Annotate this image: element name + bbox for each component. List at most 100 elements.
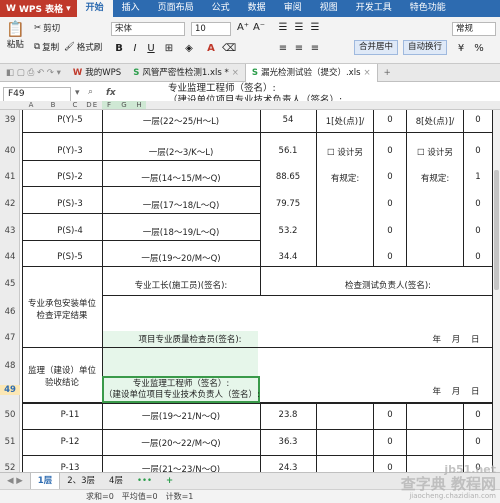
tab-my-wps[interactable]: W 我的WPS	[67, 64, 127, 82]
leak-count[interactable]: 0	[375, 226, 405, 236]
leak-count-2[interactable]: 0	[465, 226, 491, 236]
floor-location[interactable]: 一层(14～15/M～Q)	[104, 172, 258, 184]
align-left-icon[interactable]: ≡	[276, 43, 290, 54]
measured-value[interactable]: 24.3	[262, 463, 314, 472]
leak-count-2[interactable]: 0	[465, 199, 491, 209]
rule-label-2[interactable]: 有规定:	[408, 172, 462, 184]
align-center-icon[interactable]: ≡	[292, 43, 306, 54]
format-painter-button[interactable]: 🖌 格式刷	[64, 41, 102, 53]
menu-insert[interactable]: 插入	[113, 0, 149, 17]
measured-value[interactable]: 54	[262, 115, 314, 125]
supervisor-section-label[interactable]: 监理（建设）单位 验收结论	[24, 365, 100, 389]
sheet-tab-4f[interactable]: 4层	[102, 473, 130, 490]
font-size-select[interactable]: 10	[191, 22, 231, 36]
add-sheet-button[interactable]: +	[159, 473, 180, 490]
more-sheets-icon[interactable]: •••	[130, 473, 159, 490]
measured-value[interactable]: 53.2	[262, 226, 314, 236]
column-header-e[interactable]: E	[88, 101, 102, 109]
pipe-code[interactable]: P-11	[40, 410, 100, 420]
leak-count-2[interactable]: 0	[465, 146, 491, 156]
pipe-code[interactable]: P-12	[40, 437, 100, 447]
date-label[interactable]: 年 月 日	[420, 385, 492, 397]
fill-color-icon[interactable]: ◈	[182, 43, 196, 54]
menu-home[interactable]: 开始	[76, 0, 113, 17]
leak-count-2[interactable]: 0	[465, 252, 491, 262]
column-header-b[interactable]: B	[42, 101, 64, 109]
tab-duct-tightness[interactable]: S 风管严密性检测1.xls * ×	[127, 64, 245, 82]
measured-value[interactable]: 23.8	[262, 410, 314, 420]
align-top-icon[interactable]: ☰	[276, 22, 290, 33]
row-number[interactable]: 51	[0, 437, 20, 447]
row-number[interactable]: 47	[0, 333, 20, 343]
leak-count[interactable]: 0	[375, 437, 405, 447]
design-checkbox-2[interactable]: ☐ 设计另	[408, 146, 462, 158]
pipe-code[interactable]: P(Y)-5	[40, 115, 100, 125]
qc-inspector-signature-label[interactable]: 项目专业质量检查员(签名):	[120, 333, 260, 345]
menu-formulas[interactable]: 公式	[203, 0, 239, 17]
spreadsheet-grid[interactable]: 39 40 41 42 43 44 45 46 47 48 49 50 51 5…	[0, 110, 500, 472]
row-number[interactable]: 52	[0, 463, 20, 472]
bold-button[interactable]: B	[112, 43, 126, 54]
tab-light-leak-test[interactable]: S 漏光检测试验（提交）.xls ×	[244, 63, 378, 82]
close-icon[interactable]: ×	[232, 64, 239, 82]
align-bottom-icon[interactable]: ☰	[308, 22, 322, 33]
name-box[interactable]: F49	[3, 87, 71, 102]
floor-location[interactable]: 一层(18～19/L～Q)	[104, 226, 258, 238]
leak-count[interactable]: 0	[375, 146, 405, 156]
pipe-code[interactable]: P(S)-3	[40, 199, 100, 209]
measured-value[interactable]: 56.1	[262, 146, 314, 156]
align-middle-icon[interactable]: ☰	[292, 22, 306, 33]
design-checkbox[interactable]: ☐ 设计另	[318, 146, 372, 158]
decrease-font-icon[interactable]: A⁻	[252, 22, 266, 33]
zoom-icon[interactable]: ⌕	[88, 87, 93, 97]
pipe-code[interactable]: P-13	[40, 463, 100, 472]
pipe-code[interactable]: P(S)-2	[40, 172, 100, 182]
pipe-code[interactable]: P(S)-4	[40, 226, 100, 236]
menu-data[interactable]: 数据	[239, 0, 275, 17]
menu-developer[interactable]: 开发工具	[347, 0, 401, 17]
row-number[interactable]: 42	[0, 199, 20, 209]
leak-points[interactable]: 1[处(点)]/	[318, 115, 372, 127]
menu-page-layout[interactable]: 页面布局	[149, 0, 203, 17]
leak-count[interactable]: 0	[375, 252, 405, 262]
scrollbar-thumb[interactable]	[494, 170, 499, 290]
floor-location[interactable]: 一层(20～22/M～Q)	[104, 437, 258, 449]
increase-font-icon[interactable]: A⁺	[236, 22, 250, 33]
leak-count-2[interactable]: 0	[465, 437, 491, 447]
border-icon[interactable]: ⊞	[162, 43, 176, 54]
font-color-icon[interactable]: A	[204, 43, 218, 54]
leak-count-2[interactable]: 0	[465, 115, 491, 125]
menu-view[interactable]: 视图	[311, 0, 347, 17]
row-number[interactable]: 41	[0, 172, 20, 182]
row-number[interactable]: 40	[0, 146, 20, 156]
number-format-select[interactable]: 常规	[452, 22, 496, 36]
leak-count[interactable]: 0	[375, 115, 405, 125]
date-label[interactable]: 年 月 日	[420, 333, 492, 345]
test-lead-signature-label[interactable]: 检查测试负责人(签名):	[318, 279, 458, 291]
column-header-f[interactable]: F	[102, 101, 116, 109]
sheet-nav-icons[interactable]: ◀ ▶	[0, 473, 30, 490]
floor-location[interactable]: 一层(22～25/H～L)	[104, 115, 258, 127]
wrap-text-button[interactable]: 自动换行	[403, 40, 448, 55]
contractor-section-label[interactable]: 专业承包安装单位 检查评定结果	[24, 298, 100, 322]
merge-center-button[interactable]: 合并居中	[354, 40, 399, 55]
italic-button[interactable]: I	[128, 43, 142, 54]
measured-value[interactable]: 34.4	[262, 252, 314, 262]
measured-value[interactable]: 79.75	[262, 199, 314, 209]
supervisor-signature-label[interactable]: 专业监理工程师（签名）: （建设单位项目专业技术负责人（签名）:	[104, 379, 260, 401]
floor-location[interactable]: 一层(19～21/N～Q)	[104, 410, 258, 422]
leak-count[interactable]: 0	[375, 410, 405, 420]
currency-icon[interactable]: ¥	[454, 43, 468, 54]
measured-value[interactable]: 36.3	[262, 437, 314, 447]
floor-location[interactable]: 一层(17～18/L～Q)	[104, 199, 258, 211]
leak-points-2[interactable]: 8[处(点)]/	[408, 115, 462, 127]
clear-format-icon[interactable]: ⌫	[222, 43, 236, 54]
row-number[interactable]: 50	[0, 410, 20, 420]
leak-count-2[interactable]: 0	[465, 410, 491, 420]
row-number-active[interactable]: 49	[0, 385, 20, 395]
row-number[interactable]: 46	[0, 307, 20, 317]
leak-count[interactable]: 0	[375, 199, 405, 209]
row-number[interactable]: 39	[0, 115, 20, 125]
row-number[interactable]: 43	[0, 226, 20, 236]
menu-review[interactable]: 审阅	[275, 0, 311, 17]
